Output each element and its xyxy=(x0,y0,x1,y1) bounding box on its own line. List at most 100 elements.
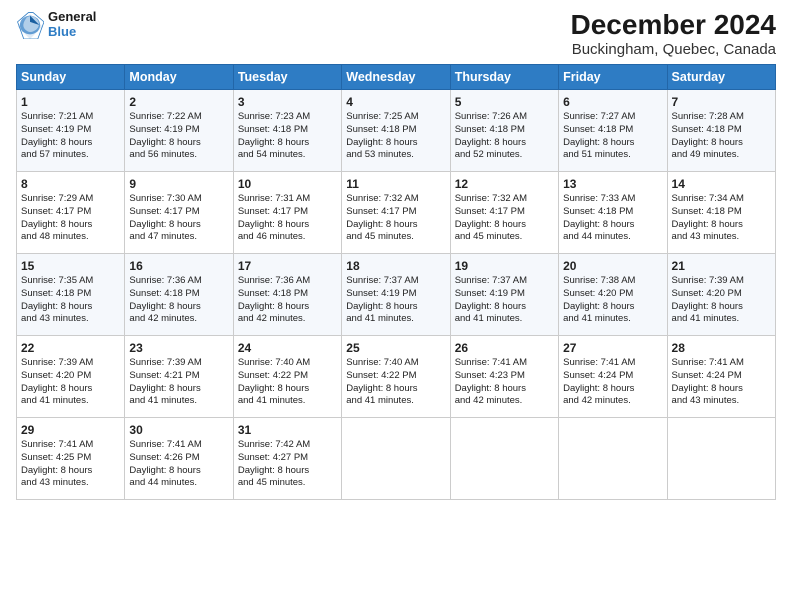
logo-line2: Blue xyxy=(48,25,96,40)
week-row-4: 22Sunrise: 7:39 AMSunset: 4:20 PMDayligh… xyxy=(17,335,776,417)
calendar-cell: 25Sunrise: 7:40 AMSunset: 4:22 PMDayligh… xyxy=(342,335,450,417)
day-info-line: Daylight: 8 hours xyxy=(672,219,771,232)
day-info-line: Sunset: 4:24 PM xyxy=(672,370,771,383)
day-number: 19 xyxy=(455,258,554,274)
day-info-line: Daylight: 8 hours xyxy=(129,383,228,396)
day-info-line: and 57 minutes. xyxy=(21,149,120,162)
day-number: 26 xyxy=(455,340,554,356)
week-row-2: 8Sunrise: 7:29 AMSunset: 4:17 PMDaylight… xyxy=(17,171,776,253)
day-info-line: Daylight: 8 hours xyxy=(129,137,228,150)
calendar-cell xyxy=(667,417,775,499)
day-info-line: Sunset: 4:23 PM xyxy=(455,370,554,383)
week-row-3: 15Sunrise: 7:35 AMSunset: 4:18 PMDayligh… xyxy=(17,253,776,335)
day-info-line: and 43 minutes. xyxy=(672,231,771,244)
day-number: 11 xyxy=(346,176,445,192)
calendar-cell: 31Sunrise: 7:42 AMSunset: 4:27 PMDayligh… xyxy=(233,417,341,499)
calendar-cell: 4Sunrise: 7:25 AMSunset: 4:18 PMDaylight… xyxy=(342,89,450,171)
day-info-line: Sunrise: 7:32 AM xyxy=(455,193,554,206)
calendar-cell: 3Sunrise: 7:23 AMSunset: 4:18 PMDaylight… xyxy=(233,89,341,171)
day-number: 8 xyxy=(21,176,120,192)
day-info-line: Sunrise: 7:33 AM xyxy=(563,193,662,206)
calendar-cell: 7Sunrise: 7:28 AMSunset: 4:18 PMDaylight… xyxy=(667,89,775,171)
day-info-line: and 53 minutes. xyxy=(346,149,445,162)
day-info-line: Sunset: 4:18 PM xyxy=(672,206,771,219)
day-info-line: Sunset: 4:20 PM xyxy=(672,288,771,301)
page: General Blue December 2024 Buckingham, Q… xyxy=(0,0,792,612)
day-info-line: Sunset: 4:24 PM xyxy=(563,370,662,383)
day-info-line: Sunset: 4:18 PM xyxy=(238,288,337,301)
day-info-line: Daylight: 8 hours xyxy=(563,219,662,232)
day-info-line: Sunrise: 7:36 AM xyxy=(129,275,228,288)
day-info-line: and 41 minutes. xyxy=(455,313,554,326)
day-info-line: Sunset: 4:18 PM xyxy=(455,124,554,137)
day-number: 10 xyxy=(238,176,337,192)
day-info-line: Daylight: 8 hours xyxy=(129,465,228,478)
calendar-cell: 21Sunrise: 7:39 AMSunset: 4:20 PMDayligh… xyxy=(667,253,775,335)
day-info-line: and 46 minutes. xyxy=(238,231,337,244)
day-number: 22 xyxy=(21,340,120,356)
day-info-line: Daylight: 8 hours xyxy=(455,219,554,232)
logo: General Blue xyxy=(16,10,96,40)
day-info-line: Sunrise: 7:25 AM xyxy=(346,111,445,124)
day-info-line: Sunrise: 7:39 AM xyxy=(129,357,228,370)
day-info-line: Sunset: 4:22 PM xyxy=(346,370,445,383)
calendar-cell: 14Sunrise: 7:34 AMSunset: 4:18 PMDayligh… xyxy=(667,171,775,253)
header-day-friday: Friday xyxy=(559,64,667,89)
calendar-cell: 30Sunrise: 7:41 AMSunset: 4:26 PMDayligh… xyxy=(125,417,233,499)
header-day-tuesday: Tuesday xyxy=(233,64,341,89)
day-info-line: and 45 minutes. xyxy=(455,231,554,244)
day-info-line: Sunset: 4:18 PM xyxy=(129,288,228,301)
page-subtitle: Buckingham, Quebec, Canada xyxy=(571,41,776,58)
calendar-cell: 5Sunrise: 7:26 AMSunset: 4:18 PMDaylight… xyxy=(450,89,558,171)
calendar-cell: 15Sunrise: 7:35 AMSunset: 4:18 PMDayligh… xyxy=(17,253,125,335)
day-info-line: and 45 minutes. xyxy=(346,231,445,244)
day-info-line: and 56 minutes. xyxy=(129,149,228,162)
day-info-line: Daylight: 8 hours xyxy=(563,301,662,314)
header: General Blue December 2024 Buckingham, Q… xyxy=(16,10,776,58)
day-info-line: and 42 minutes. xyxy=(563,395,662,408)
day-number: 18 xyxy=(346,258,445,274)
day-number: 27 xyxy=(563,340,662,356)
day-info-line: and 43 minutes. xyxy=(21,313,120,326)
day-number: 5 xyxy=(455,94,554,110)
day-info-line: Sunrise: 7:41 AM xyxy=(672,357,771,370)
day-info-line: and 47 minutes. xyxy=(129,231,228,244)
day-info-line: Daylight: 8 hours xyxy=(238,383,337,396)
day-info-line: Sunrise: 7:21 AM xyxy=(21,111,120,124)
day-info-line: Sunset: 4:17 PM xyxy=(21,206,120,219)
day-info-line: and 42 minutes. xyxy=(455,395,554,408)
day-info-line: Daylight: 8 hours xyxy=(346,137,445,150)
day-info-line: Sunset: 4:20 PM xyxy=(563,288,662,301)
calendar-cell xyxy=(342,417,450,499)
day-number: 12 xyxy=(455,176,554,192)
day-number: 16 xyxy=(129,258,228,274)
day-info-line: Sunset: 4:27 PM xyxy=(238,452,337,465)
calendar-cell: 16Sunrise: 7:36 AMSunset: 4:18 PMDayligh… xyxy=(125,253,233,335)
calendar-cell: 10Sunrise: 7:31 AMSunset: 4:17 PMDayligh… xyxy=(233,171,341,253)
day-info-line: Sunrise: 7:28 AM xyxy=(672,111,771,124)
day-info-line: Daylight: 8 hours xyxy=(238,137,337,150)
calendar-table: SundayMondayTuesdayWednesdayThursdayFrid… xyxy=(16,64,776,500)
day-info-line: and 43 minutes. xyxy=(21,477,120,490)
day-info-line: Sunset: 4:17 PM xyxy=(346,206,445,219)
day-info-line: and 41 minutes. xyxy=(21,395,120,408)
day-info-line: Sunset: 4:18 PM xyxy=(21,288,120,301)
day-info-line: and 51 minutes. xyxy=(563,149,662,162)
day-info-line: Daylight: 8 hours xyxy=(672,137,771,150)
calendar-cell: 29Sunrise: 7:41 AMSunset: 4:25 PMDayligh… xyxy=(17,417,125,499)
day-number: 14 xyxy=(672,176,771,192)
day-info-line: Daylight: 8 hours xyxy=(346,219,445,232)
day-number: 28 xyxy=(672,340,771,356)
calendar-cell: 8Sunrise: 7:29 AMSunset: 4:17 PMDaylight… xyxy=(17,171,125,253)
calendar-cell: 23Sunrise: 7:39 AMSunset: 4:21 PMDayligh… xyxy=(125,335,233,417)
day-number: 30 xyxy=(129,422,228,438)
day-number: 2 xyxy=(129,94,228,110)
day-info-line: Sunset: 4:18 PM xyxy=(563,124,662,137)
day-info-line: Sunrise: 7:37 AM xyxy=(346,275,445,288)
calendar-cell: 17Sunrise: 7:36 AMSunset: 4:18 PMDayligh… xyxy=(233,253,341,335)
day-info-line: Daylight: 8 hours xyxy=(238,219,337,232)
day-info-line: Sunset: 4:18 PM xyxy=(346,124,445,137)
day-number: 1 xyxy=(21,94,120,110)
calendar-cell: 13Sunrise: 7:33 AMSunset: 4:18 PMDayligh… xyxy=(559,171,667,253)
day-info-line: Sunrise: 7:29 AM xyxy=(21,193,120,206)
